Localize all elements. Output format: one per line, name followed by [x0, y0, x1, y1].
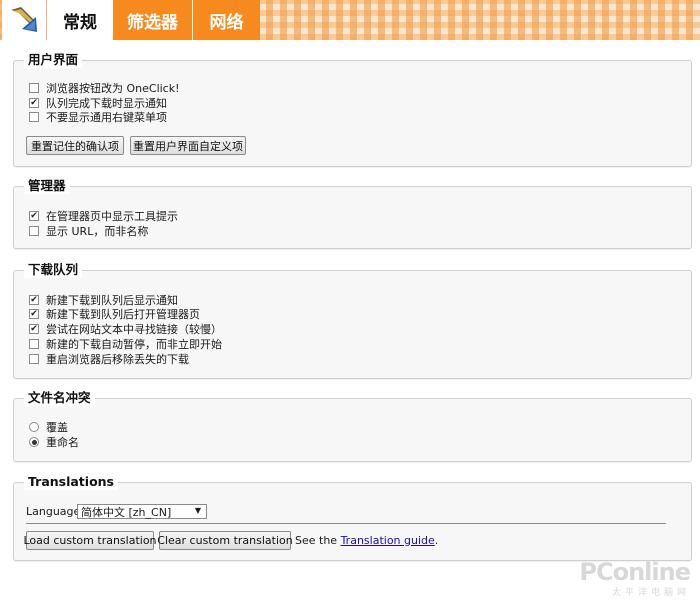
- checkbox-checked[interactable]: ✔: [29, 324, 39, 334]
- watermark: PConline 太平洋电脑网: [579, 558, 691, 598]
- download-arrow-icon: [11, 7, 37, 32]
- queue-section-title: 下载队列: [24, 262, 83, 278]
- translation-guide-link[interactable]: Translation guide: [341, 534, 435, 547]
- option-label: 重启浏览器后移除丢失的下载: [46, 353, 189, 366]
- option-label: 覆盖: [46, 421, 68, 434]
- checkbox-checked[interactable]: ✔: [29, 295, 39, 305]
- option-label: 显示 URL，而非名称: [46, 225, 149, 238]
- conflict-section: 文件名冲突 覆盖 重命名: [13, 390, 692, 462]
- tab-filters-label: 筛选器: [127, 12, 178, 33]
- checkbox[interactable]: [29, 83, 39, 93]
- option-open-manager[interactable]: ✔ 新建下载到队列后打开管理器页: [29, 307, 200, 321]
- reset-ui-customizations-button[interactable]: 重置用户界面自定义项: [130, 136, 246, 155]
- checkbox[interactable]: [29, 339, 39, 349]
- radio-selected[interactable]: [29, 437, 39, 447]
- see-the-text: See the: [295, 533, 338, 547]
- period-text: .: [434, 533, 439, 547]
- dropdown-arrow-icon: ▼: [194, 506, 201, 515]
- option-auto-pause[interactable]: 新建的下载自动暂停，而非立即开始: [29, 337, 222, 351]
- option-label: 新建的下载自动暂停，而非立即开始: [46, 338, 222, 351]
- watermark-logo-text: PConline: [579, 558, 691, 586]
- manager-section-title: 管理器: [24, 178, 70, 194]
- ui-section-title: 用户界面: [24, 52, 83, 68]
- option-label: 不要显示通用右键菜单项: [46, 111, 167, 124]
- language-row: Language:: [26, 504, 84, 518]
- ui-section: 用户界面 浏览器按钮改为 OneClick! ✔ 队列完成下载时显示通知 不要显…: [13, 52, 692, 167]
- conflict-section-title: 文件名冲突: [24, 390, 95, 406]
- option-label: 尝试在网站文本中寻找链接（较慢）: [46, 323, 222, 336]
- tab-general[interactable]: 常规: [47, 0, 113, 40]
- tab-bar: 常规 筛选器 网络: [0, 0, 700, 40]
- checkbox-checked[interactable]: ✔: [29, 98, 39, 108]
- manager-section: 管理器 ✔ 在管理器页中显示工具提示 显示 URL，而非名称: [13, 178, 692, 249]
- option-oneclick[interactable]: 浏览器按钮改为 OneClick!: [29, 81, 180, 95]
- radio[interactable]: [29, 422, 39, 432]
- language-select-value: 简体中文 [zh_CN]: [81, 505, 172, 519]
- option-label: 新建下载到队列后打开管理器页: [46, 308, 200, 321]
- checkbox[interactable]: [29, 226, 39, 236]
- option-label: 重命名: [46, 436, 79, 449]
- divider: [26, 523, 666, 524]
- option-find-links[interactable]: ✔ 尝试在网站文本中寻找链接（较慢）: [29, 322, 222, 336]
- option-queue-notification[interactable]: ✔ 新建下载到队列后显示通知: [29, 293, 178, 307]
- clear-custom-translation-button[interactable]: Clear custom translation: [157, 531, 293, 550]
- language-select[interactable]: 简体中文 [zh_CN] ▼: [77, 504, 207, 519]
- option-hide-context-menu[interactable]: 不要显示通用右键菜单项: [29, 110, 167, 124]
- checkbox[interactable]: [29, 112, 39, 122]
- checkbox[interactable]: [29, 354, 39, 364]
- tab-network[interactable]: 网络: [193, 0, 260, 40]
- language-label: Language:: [26, 504, 84, 518]
- checkbox-checked[interactable]: ✔: [29, 211, 39, 221]
- translations-section: Translations Language: 简体中文 [zh_CN] ▼ Lo…: [13, 474, 692, 561]
- checkbox-checked[interactable]: ✔: [29, 309, 39, 319]
- option-queue-notify[interactable]: ✔ 队列完成下载时显示通知: [29, 96, 167, 110]
- reset-confirmations-button[interactable]: 重置记住的确认项: [26, 136, 124, 155]
- translation-guide-text: See the Translation guide.: [295, 533, 438, 547]
- watermark-subtext: 太平洋电脑网: [611, 588, 690, 598]
- option-show-url[interactable]: 显示 URL，而非名称: [29, 224, 148, 238]
- option-label: 在管理器页中显示工具提示: [46, 210, 178, 223]
- translations-section-title: Translations: [24, 474, 118, 490]
- option-remove-missing[interactable]: 重启浏览器后移除丢失的下载: [29, 352, 189, 366]
- tab-filters[interactable]: 筛选器: [113, 0, 192, 40]
- option-overwrite[interactable]: 覆盖: [29, 420, 68, 434]
- tab-general-label: 常规: [63, 12, 97, 33]
- option-rename[interactable]: 重命名: [29, 435, 79, 449]
- tab-network-label: 网络: [209, 12, 244, 33]
- logo: [2, 0, 46, 40]
- option-tooltips[interactable]: ✔ 在管理器页中显示工具提示: [29, 209, 178, 223]
- option-label: 浏览器按钮改为 OneClick!: [46, 82, 180, 95]
- load-custom-translation-button[interactable]: Load custom translation: [23, 531, 157, 550]
- queue-section: 下载队列 ✔ 新建下载到队列后显示通知 ✔ 新建下载到队列后打开管理器页 ✔ 尝…: [13, 262, 692, 379]
